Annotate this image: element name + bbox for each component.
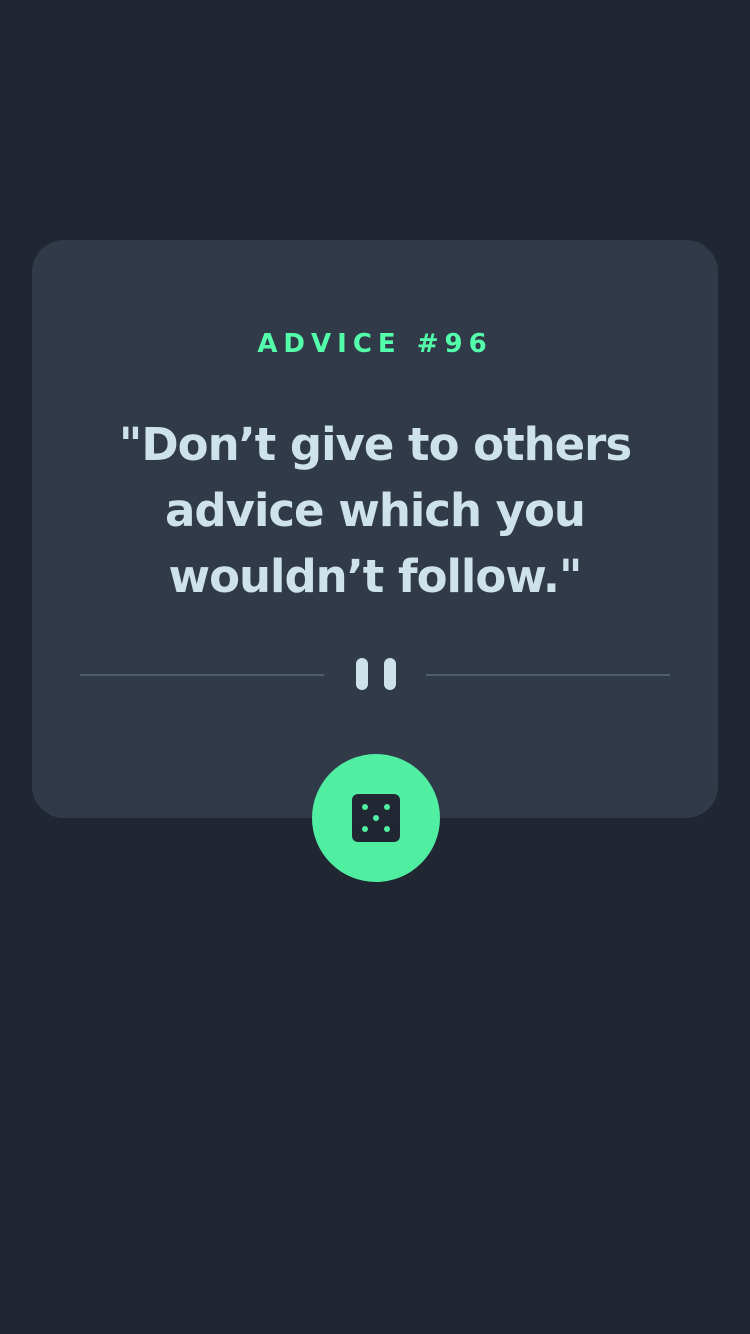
- dice-icon: [352, 794, 400, 842]
- advice-number-label: ADVICE #96: [257, 329, 493, 359]
- divider-line-left: [80, 674, 324, 676]
- pause-icon: [356, 658, 396, 690]
- new-advice-button[interactable]: [312, 754, 440, 882]
- divider-line-right: [426, 674, 670, 676]
- card-divider: [80, 654, 670, 696]
- advice-quote: "Don’t give to others advice which you w…: [118, 418, 632, 603]
